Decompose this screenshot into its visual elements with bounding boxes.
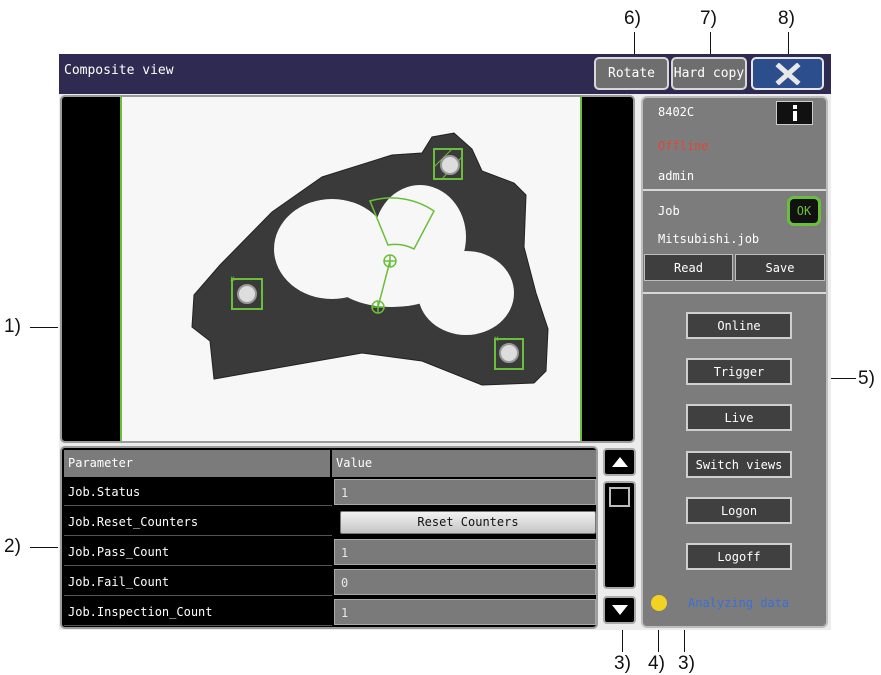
scroll-down-button[interactable] <box>603 596 636 624</box>
param-value[interactable]: 1 <box>334 479 596 505</box>
job-file-name: Mitsubishi.job <box>658 232 760 246</box>
param-name: Job.Status <box>64 478 332 506</box>
callout-3-top: 3) <box>678 653 695 674</box>
online-button[interactable]: Online <box>686 312 792 339</box>
read-button[interactable]: Read <box>644 254 733 281</box>
close-button[interactable] <box>751 57 824 90</box>
window-title: Composite view <box>64 63 174 78</box>
trigger-button[interactable]: Trigger <box>686 358 792 385</box>
job-result-text: OK <box>796 204 812 218</box>
parameter-table: Parameter Value Job.Status 1 Job.Reset_C… <box>60 446 598 629</box>
info-button[interactable] <box>776 101 813 125</box>
table-row[interactable]: Job.Pass_Count 1 <box>64 538 596 566</box>
hard-copy-button[interactable]: Hard copy <box>671 57 747 90</box>
table-row[interactable]: Job.Fail_Count 0 <box>64 568 596 596</box>
inspection-image: x x <box>120 97 582 441</box>
table-row[interactable]: Job.Inspection_Count 1 <box>64 598 596 626</box>
save-button[interactable]: Save <box>735 254 825 281</box>
column-header-value: Value <box>332 450 596 477</box>
param-name: Job.Pass_Count <box>64 538 332 566</box>
logon-button[interactable]: Logon <box>686 497 792 524</box>
svg-text:x: x <box>230 274 235 283</box>
triangle-down-icon <box>611 605 628 615</box>
info-icon <box>792 105 797 121</box>
param-value[interactable]: 1 <box>334 539 596 565</box>
job-label: Job <box>658 204 680 218</box>
callout-6: 6) <box>624 8 641 29</box>
param-name: Job.Reset_Counters <box>64 508 332 536</box>
logoff-button[interactable]: Logoff <box>686 543 792 570</box>
param-name: Job.Fail_Count <box>64 568 332 596</box>
part-image: x x <box>191 132 549 386</box>
scroll-up-button[interactable] <box>603 448 636 476</box>
svg-text:x: x <box>494 334 499 343</box>
switch-views-button[interactable]: Switch views <box>686 451 792 478</box>
table-row[interactable]: Job.Status 1 <box>64 478 596 506</box>
callout-2: 2) <box>4 536 21 557</box>
param-value[interactable]: 1 <box>334 599 596 625</box>
close-icon <box>774 62 801 85</box>
callout-3-bottom: 3) <box>614 653 631 674</box>
callout-7: 7) <box>700 8 717 29</box>
reset-counters-button[interactable]: Reset Counters <box>340 511 596 534</box>
column-header-parameter: Parameter <box>64 450 330 477</box>
rotate-button[interactable]: Rotate <box>594 57 669 90</box>
callout-4: 4) <box>648 653 665 674</box>
status-message: Analyzing data <box>688 596 790 610</box>
callout-1: 1) <box>4 316 21 337</box>
sensor-id: 8402C <box>658 105 695 119</box>
live-button[interactable]: Live <box>686 404 792 431</box>
user-name: admin <box>658 169 695 183</box>
table-row[interactable]: Job.Reset_Counters Reset Counters <box>64 508 596 536</box>
scrollbar-thumb[interactable] <box>609 487 630 507</box>
job-result-badge: OK <box>787 196 821 226</box>
triangle-up-icon <box>611 457 628 467</box>
connection-status: Offline <box>658 139 709 153</box>
param-name: Job.Inspection_Count <box>64 598 332 626</box>
callout-8: 8) <box>778 8 795 29</box>
callout-5: 5) <box>858 368 875 389</box>
status-indicator-icon <box>651 595 667 611</box>
param-value[interactable]: 0 <box>334 569 596 595</box>
